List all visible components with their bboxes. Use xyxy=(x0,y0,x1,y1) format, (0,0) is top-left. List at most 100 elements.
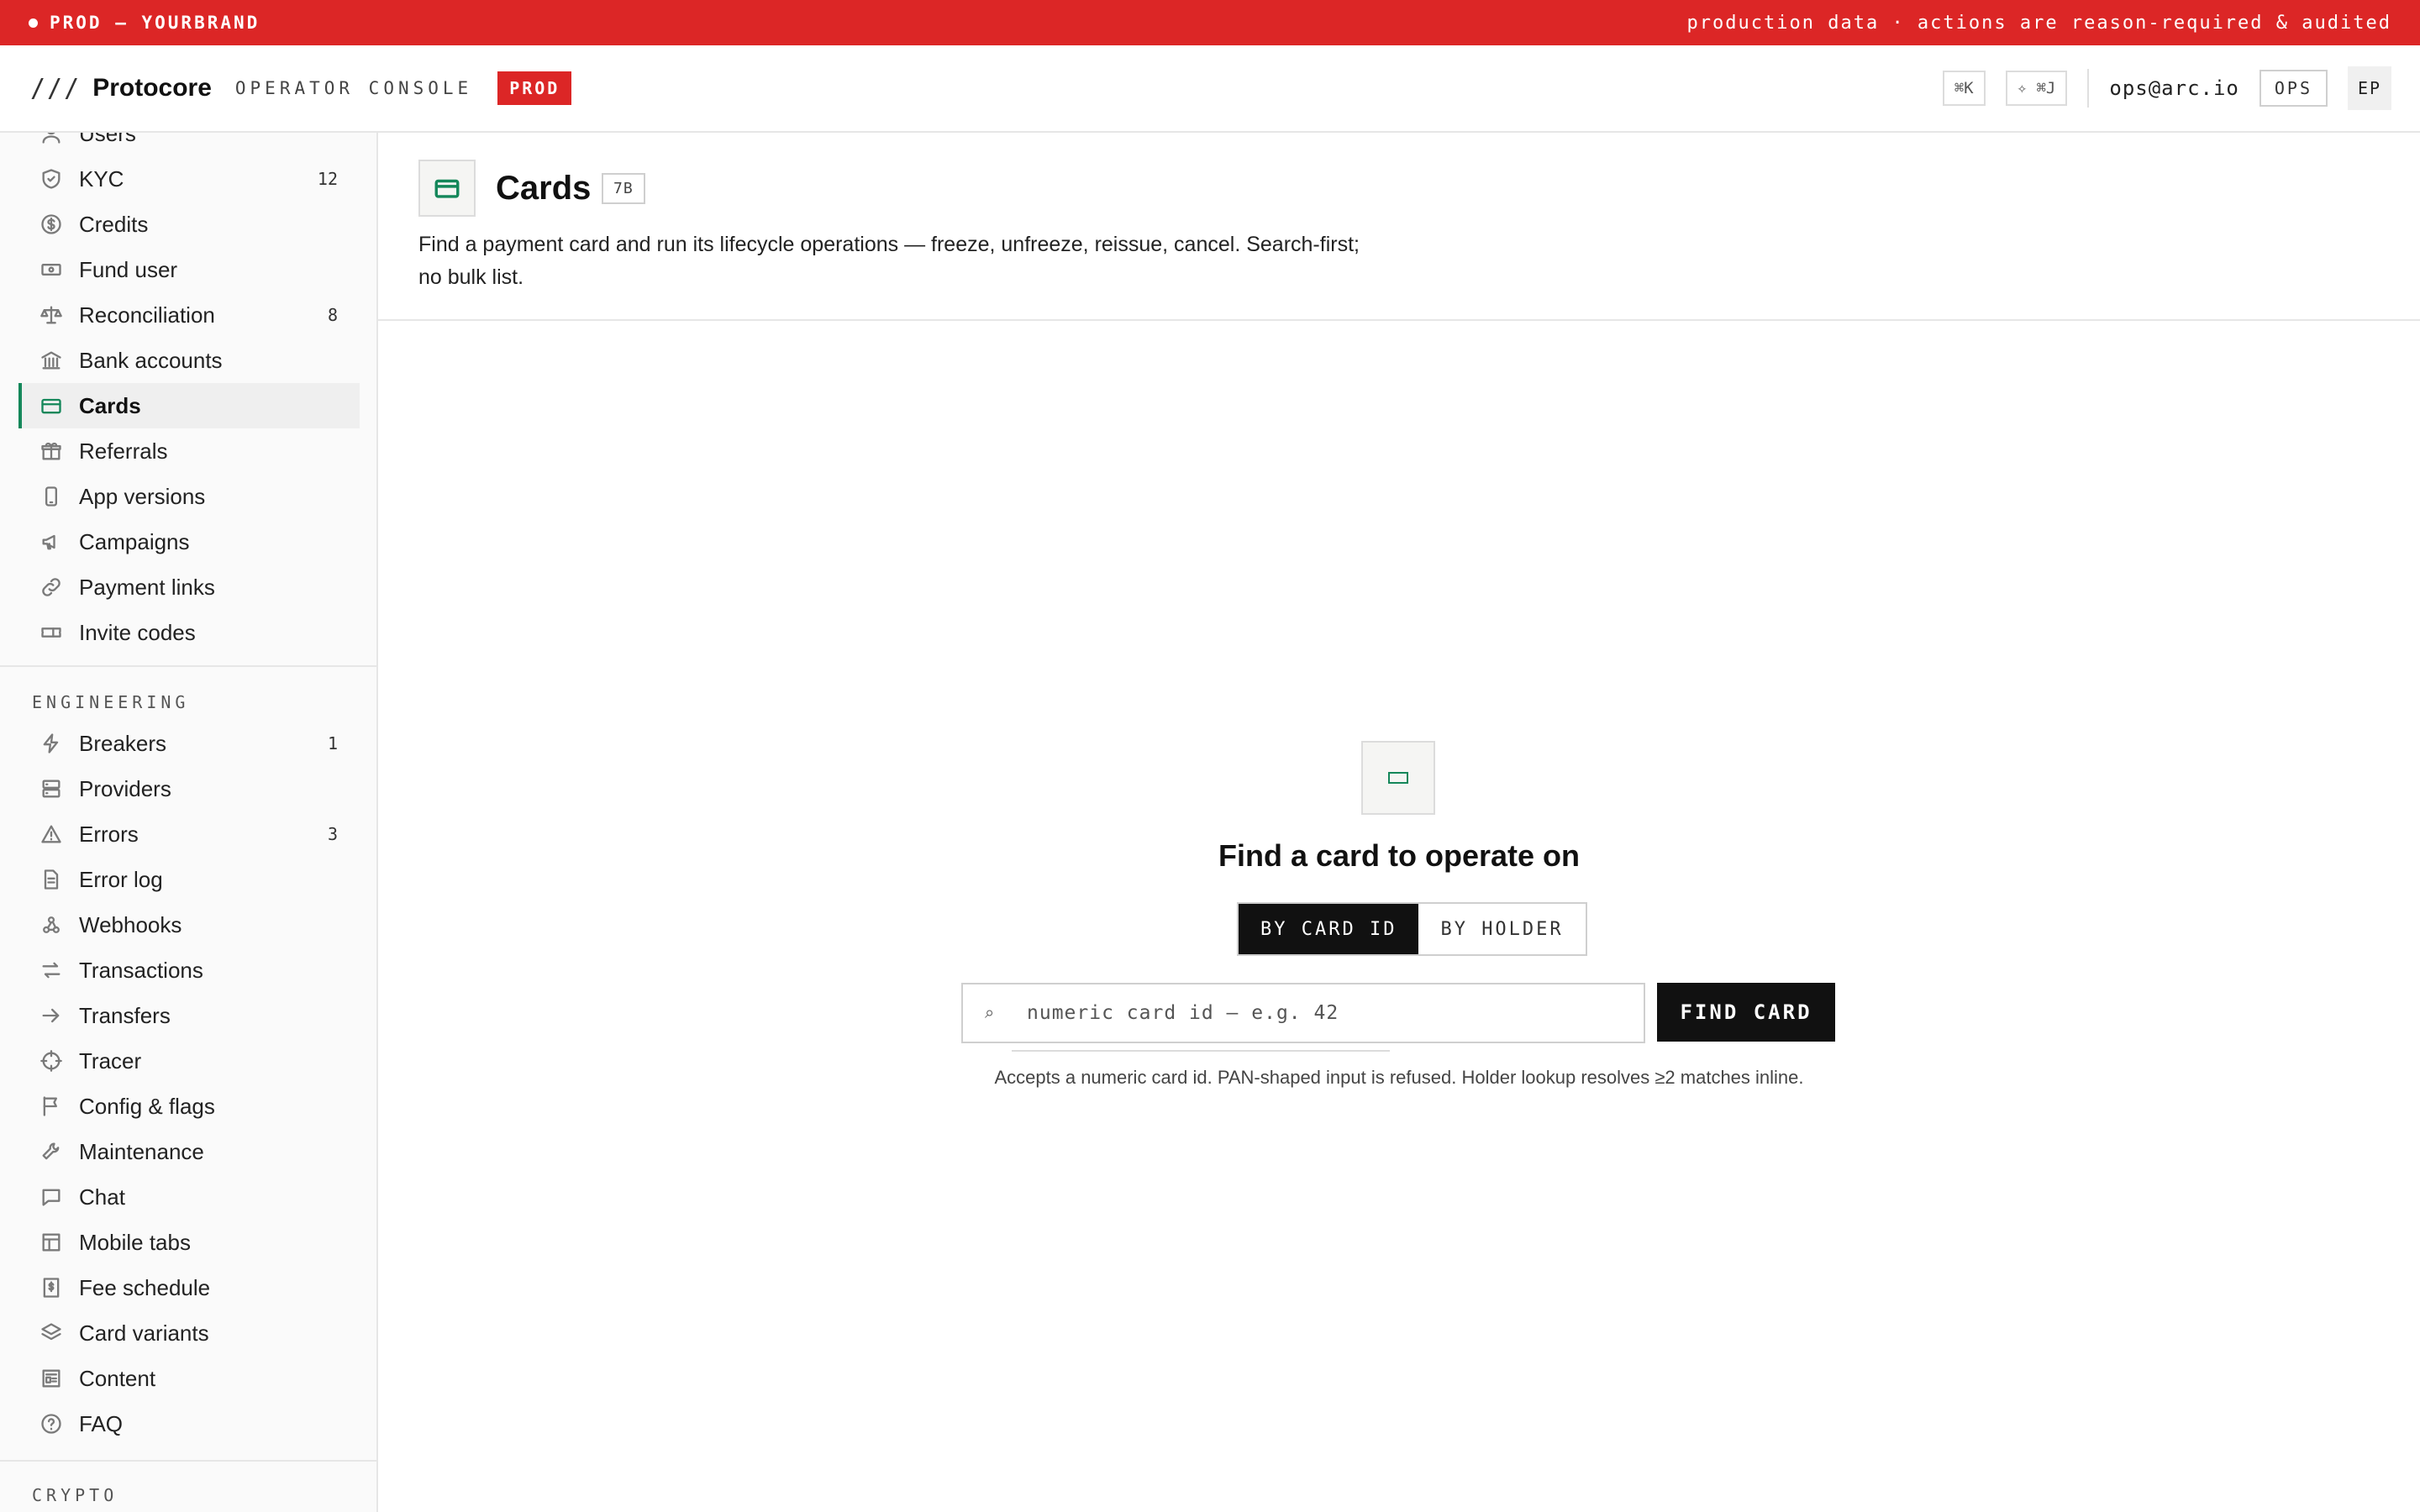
sidebar-item-errors[interactable]: Errors 3 xyxy=(18,811,360,857)
sidebar: Users KYC 12 Credits Fund user Reconciliation… xyxy=(0,133,378,1512)
input-underline xyxy=(1012,1050,1390,1052)
sidebar-item-label: Referrals xyxy=(79,438,168,464)
sidebar-item-tracer[interactable]: Tracer xyxy=(18,1038,360,1084)
sidebar-item-webhooks[interactable]: Webhooks xyxy=(18,902,360,948)
page-title: Cards xyxy=(496,170,592,207)
brand-slashes: /// xyxy=(30,73,82,103)
receipt-dollar-icon xyxy=(39,1275,64,1300)
role-badge: OPS xyxy=(2259,70,2328,107)
banknote-icon xyxy=(39,257,64,282)
sidebar-divider xyxy=(0,1460,376,1462)
sidebar-item-label: Mobile tabs xyxy=(79,1229,191,1255)
sidebar-item-kyc[interactable]: KYC 12 xyxy=(18,156,360,202)
mode-by-holder[interactable]: BY HOLDER xyxy=(1418,904,1586,954)
sidebar-item-label: Config & flags xyxy=(79,1093,215,1119)
sidebar-item-label: Transactions xyxy=(79,957,203,983)
banner-warning: production data · actions are reason-req… xyxy=(1686,12,2391,34)
banner-env-text: PROD — YOURBRAND xyxy=(50,13,260,33)
sidebar-item-invite-codes[interactable]: Invite codes xyxy=(18,610,360,655)
sidebar-item-label: Credits xyxy=(79,211,149,237)
sidebar-item-label: Invite codes xyxy=(79,619,196,645)
dollar-circle-icon xyxy=(39,212,64,237)
page-description: Find a payment card and run its lifecycl… xyxy=(418,233,1360,289)
sidebar-item-payment-links[interactable]: Payment links xyxy=(18,564,360,610)
sidebar-item-fund-user[interactable]: Fund user xyxy=(18,247,360,292)
section-title-crypto: CRYPTO xyxy=(32,1485,118,1505)
sidebar-item-config-and-flags[interactable]: Config & flags xyxy=(18,1084,360,1129)
jump-shortcut[interactable]: ✧ ⌘J xyxy=(2005,71,2068,106)
sidebar-item-label: Fee schedule xyxy=(79,1274,211,1300)
env-badge: PROD xyxy=(497,71,572,105)
sidebar-item-label: Bank accounts xyxy=(79,347,223,373)
layers-icon xyxy=(39,1320,64,1346)
sidebar-item-maintenance[interactable]: Maintenance xyxy=(18,1129,360,1174)
live-dot-icon xyxy=(29,18,38,28)
arrows-swap-icon xyxy=(39,958,64,983)
wrench-icon xyxy=(39,1139,64,1164)
search-icon: ⌕ xyxy=(985,1003,995,1022)
sidebar-item-providers[interactable]: Providers xyxy=(18,766,360,811)
top-header: /// Protocore OPERATOR CONSOLE PROD ⌘K ✧… xyxy=(0,45,2420,133)
sidebar-item-referrals[interactable]: Referrals xyxy=(18,428,360,474)
find-card-button[interactable]: FIND CARD xyxy=(1657,983,1835,1042)
sidebar-item-label: Chat xyxy=(79,1184,125,1210)
brand-name[interactable]: Protocore xyxy=(92,74,212,102)
sidebar-item-app-versions[interactable]: App versions xyxy=(18,474,360,519)
page-code-badge: 7B xyxy=(602,173,645,204)
shield-icon xyxy=(39,166,64,192)
sidebar-item-label: Tracer xyxy=(79,1047,142,1074)
banner-env-label: PROD — YOURBRAND xyxy=(29,13,260,33)
sidebar-item-mobile-tabs[interactable]: Mobile tabs xyxy=(18,1220,360,1265)
card-outline-icon xyxy=(1361,741,1435,815)
search-mode-toggle: BY CARD ID BY HOLDER xyxy=(1237,902,1587,956)
sidebar-item-campaigns[interactable]: Campaigns xyxy=(18,519,360,564)
sidebar-item-credits[interactable]: Credits xyxy=(18,202,360,247)
sidebar-item-card-variants[interactable]: Card variants xyxy=(18,1310,360,1356)
bank-icon xyxy=(39,348,64,373)
command-search-shortcut[interactable]: ⌘K xyxy=(1942,71,1986,106)
sidebar-item-faq[interactable]: FAQ xyxy=(18,1401,360,1446)
sidebar-item-label: Payment links xyxy=(79,574,215,600)
brand: /// Protocore OPERATOR CONSOLE PROD xyxy=(30,71,572,105)
sidebar-item-transfers[interactable]: Transfers xyxy=(18,993,360,1038)
sidebar-item-chat[interactable]: Chat xyxy=(18,1174,360,1220)
console-label: OPERATOR CONSOLE xyxy=(234,78,473,98)
sidebar-item-bank-accounts[interactable]: Bank accounts xyxy=(18,338,360,383)
server-icon xyxy=(39,776,64,801)
sidebar-item-label: Campaigns xyxy=(79,528,190,554)
crosshair-icon xyxy=(39,1048,64,1074)
zap-icon xyxy=(39,731,64,756)
sidebar-item-label: Reconciliation xyxy=(79,302,215,328)
card-finder: Find a card to operate on BY CARD ID BY … xyxy=(378,321,2420,1512)
sidebar-item-label: Content xyxy=(79,1365,156,1391)
header-actions: ⌘K ✧ ⌘J ops@arc.io OPS EP xyxy=(1942,66,2391,110)
card-search-field[interactable]: ⌕ xyxy=(961,983,1645,1043)
sidebar-item-users[interactable]: Users xyxy=(18,133,360,156)
user-icon xyxy=(39,133,64,146)
sidebar-item-breakers[interactable]: Breakers 1 xyxy=(18,721,360,766)
avatar[interactable]: EP xyxy=(2348,66,2391,110)
sidebar-item-cards[interactable]: Cards xyxy=(18,383,360,428)
sidebar-item-label: Cards xyxy=(79,392,141,418)
sidebar-item-label: Transfers xyxy=(79,1002,171,1028)
card-id-input[interactable] xyxy=(1027,1002,1615,1024)
sidebar-item-count: 1 xyxy=(327,733,338,753)
gift-icon xyxy=(39,438,64,464)
mode-by-card-id[interactable]: BY CARD ID xyxy=(1239,904,1419,954)
sidebar-item-label: Users xyxy=(79,133,136,146)
arrow-right-icon xyxy=(39,1003,64,1028)
sidebar-item-label: FAQ xyxy=(79,1410,124,1436)
sidebar-item-error-log[interactable]: Error log xyxy=(18,857,360,902)
sidebar-item-content[interactable]: Content xyxy=(18,1356,360,1401)
help-circle-icon xyxy=(39,1411,64,1436)
sidebar-item-reconciliation[interactable]: Reconciliation 8 xyxy=(18,292,360,338)
sidebar-item-label: Breakers xyxy=(79,730,167,756)
sidebar-item-count: 12 xyxy=(317,169,338,189)
sidebar-item-transactions[interactable]: Transactions xyxy=(18,948,360,993)
sidebar-item-label: Fund user xyxy=(79,256,178,282)
sidebar-item-label: Providers xyxy=(79,775,171,801)
finder-title: Find a card to operate on xyxy=(1218,838,1581,873)
sidebar-divider xyxy=(0,665,376,667)
sidebar-item-fee-schedule[interactable]: Fee schedule xyxy=(18,1265,360,1310)
production-banner: PROD — YOURBRAND production data · actio… xyxy=(0,0,2420,45)
